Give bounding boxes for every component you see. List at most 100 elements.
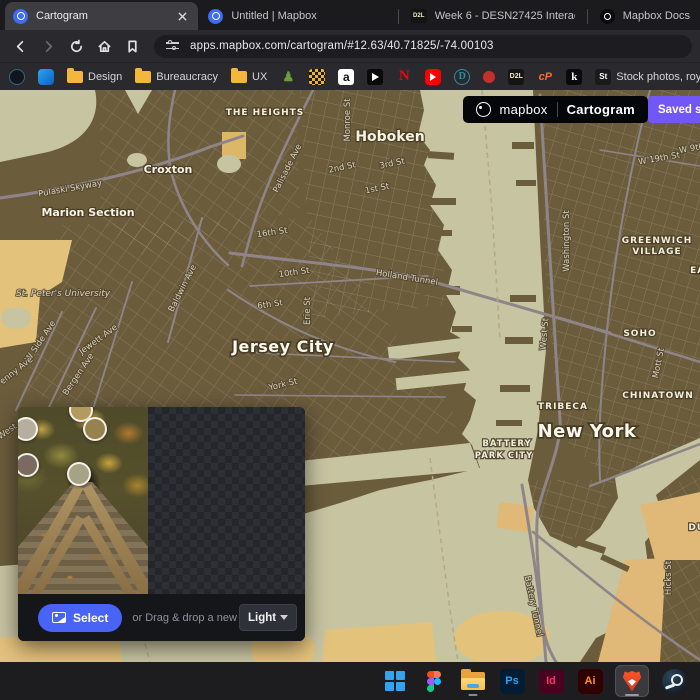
taskbar-photoshop[interactable]: Ps bbox=[498, 666, 526, 696]
red-dot-icon bbox=[483, 71, 495, 83]
bookmark-folder-bureaucracy[interactable]: Bureaucracy bbox=[135, 71, 218, 83]
map-label: Marion Section bbox=[41, 206, 134, 219]
bookmark-label: Stock photos, royalt... bbox=[616, 71, 700, 83]
saved-styles-button[interactable]: Saved sty bbox=[648, 96, 700, 123]
bookmark-mapbox[interactable] bbox=[9, 69, 25, 85]
mapbox-docs-favicon-icon bbox=[600, 9, 615, 24]
map-label: VILLAGE bbox=[632, 247, 681, 257]
screen: Cartogram Untitled | Mapbox D2L Week 6 -… bbox=[0, 0, 700, 700]
url-text[interactable]: apps.mapbox.com/cartogram/#12.63/40.7182… bbox=[190, 40, 494, 52]
taskbar-steam[interactable] bbox=[660, 666, 688, 696]
mapbox-favicon-icon bbox=[13, 9, 28, 24]
bookmark-youtube[interactable] bbox=[425, 69, 441, 85]
map-label: Washington St bbox=[562, 210, 572, 272]
badge-divider bbox=[557, 102, 558, 117]
chevron-down-icon bbox=[280, 615, 288, 620]
color-swatch-handle[interactable] bbox=[83, 417, 107, 441]
tab-close-icon[interactable] bbox=[174, 8, 190, 24]
image-icon bbox=[52, 612, 66, 623]
map-label: GREENWICH bbox=[622, 236, 693, 246]
url-bar[interactable]: apps.mapbox.com/cartogram/#12.63/40.7182… bbox=[154, 35, 692, 58]
folder-icon bbox=[135, 71, 151, 83]
map-viewport[interactable]: THE HEIGHTS Hoboken Croxton Marion Secti… bbox=[0, 90, 700, 662]
map-label: St. Peter's University bbox=[16, 289, 111, 299]
figma-icon bbox=[427, 671, 441, 692]
bookmark-amazon[interactable]: a bbox=[338, 69, 354, 85]
bookmarks-bar: Design Bureaucracy UX ♟ a N D bbox=[0, 62, 700, 90]
map-label: Hicks St bbox=[664, 560, 674, 595]
youtube-icon bbox=[425, 69, 441, 85]
color-swatch-handle[interactable] bbox=[67, 462, 91, 486]
bookmark-outlook[interactable] bbox=[38, 69, 54, 85]
bookmark-chess[interactable]: ♟ bbox=[280, 69, 296, 85]
home-button[interactable] bbox=[92, 34, 116, 58]
tab-cartogram[interactable]: Cartogram bbox=[5, 2, 198, 30]
cartogram-image-panel: Select or Drag & drop a new image. Light bbox=[18, 407, 305, 641]
map-label: EAST bbox=[690, 266, 700, 276]
k-icon: k bbox=[566, 69, 582, 85]
folder-icon bbox=[231, 71, 247, 83]
map-label: Jersey City bbox=[231, 337, 334, 356]
bookmark-reddot[interactable] bbox=[483, 71, 495, 83]
map-label: DUMBO bbox=[688, 523, 700, 533]
site-settings-icon[interactable] bbox=[166, 40, 180, 52]
bookmark-disneyplus[interactable]: D bbox=[454, 69, 470, 85]
bookmark-googleplay[interactable] bbox=[367, 69, 383, 85]
taskbar-brave-active[interactable] bbox=[615, 665, 649, 697]
reload-button[interactable] bbox=[64, 34, 88, 58]
bookmark-label: Design bbox=[88, 71, 122, 83]
app-title: Cartogram bbox=[567, 102, 635, 117]
bookmark-stock-photos[interactable]: St Stock photos, royalt... bbox=[595, 69, 700, 85]
tab-week6[interactable]: D2L Week 6 - DESN27425 Interaction Des bbox=[401, 2, 585, 30]
netflix-icon: N bbox=[396, 69, 412, 85]
windows-taskbar: Ps Id Ai bbox=[0, 662, 700, 700]
d2l-icon: D2L bbox=[508, 69, 524, 85]
back-button[interactable] bbox=[8, 34, 32, 58]
tab-untitled-mapbox[interactable]: Untitled | Mapbox bbox=[198, 2, 395, 30]
transparency-checker-area[interactable] bbox=[148, 407, 305, 594]
bookmark-label: UX bbox=[252, 71, 267, 83]
bookmark-folder-ux[interactable]: UX bbox=[231, 71, 267, 83]
mapbox-dark-icon bbox=[9, 69, 25, 85]
mapbox-logo-icon bbox=[476, 102, 491, 117]
taskbar-indesign[interactable]: Id bbox=[537, 666, 565, 696]
cp-icon: cP bbox=[537, 69, 553, 85]
photoshop-icon: Ps bbox=[500, 669, 525, 694]
style-dropdown[interactable]: Light bbox=[239, 604, 297, 631]
tab-title: Untitled | Mapbox bbox=[231, 10, 385, 22]
windows-logo-icon bbox=[385, 671, 405, 691]
map-label: Hoboken bbox=[355, 129, 424, 145]
bookmark-cp[interactable]: cP bbox=[537, 69, 553, 85]
browser-tab-strip: Cartogram Untitled | Mapbox D2L Week 6 -… bbox=[0, 0, 700, 30]
tab-mapbox-docs[interactable]: Mapbox Docs bbox=[590, 2, 700, 30]
bookmark-netflix[interactable]: N bbox=[396, 69, 412, 85]
map-label: CHINATOWN bbox=[622, 391, 694, 401]
select-label: Select bbox=[73, 611, 108, 625]
play-icon bbox=[367, 69, 383, 85]
map-label: PARK CITY bbox=[475, 451, 533, 461]
bookmark-taxi[interactable] bbox=[309, 69, 325, 85]
tab-title: Cartogram bbox=[36, 10, 174, 22]
map-label: Croxton bbox=[144, 163, 193, 176]
disney-plus-icon: D bbox=[454, 69, 470, 85]
tab-separator bbox=[398, 9, 399, 24]
map-label: THE HEIGHTS bbox=[226, 108, 305, 118]
bookmark-d2l[interactable]: D2L bbox=[508, 69, 524, 85]
amazon-icon: a bbox=[338, 69, 354, 85]
bookmark-icon-button[interactable] bbox=[120, 34, 144, 58]
map-label: Erie St bbox=[303, 296, 313, 325]
forward-button[interactable] bbox=[36, 34, 60, 58]
map-label: Monroe St bbox=[343, 98, 353, 142]
taskbar-illustrator[interactable]: Ai bbox=[576, 666, 604, 696]
start-button[interactable] bbox=[381, 666, 409, 696]
taskbar-file-explorer[interactable] bbox=[459, 666, 487, 696]
tab-separator bbox=[587, 9, 588, 24]
source-image[interactable] bbox=[18, 407, 148, 594]
tab-title: Mapbox Docs bbox=[623, 10, 690, 22]
bookmark-kickstarter[interactable]: k bbox=[566, 69, 582, 85]
bookmark-folder-design[interactable]: Design bbox=[67, 71, 122, 83]
taskbar-figma[interactable] bbox=[420, 666, 448, 696]
d2l-favicon-icon: D2L bbox=[411, 9, 427, 23]
mapbox-cartogram-badge: mapbox Cartogram bbox=[463, 96, 649, 123]
select-image-button[interactable]: Select bbox=[38, 604, 122, 632]
